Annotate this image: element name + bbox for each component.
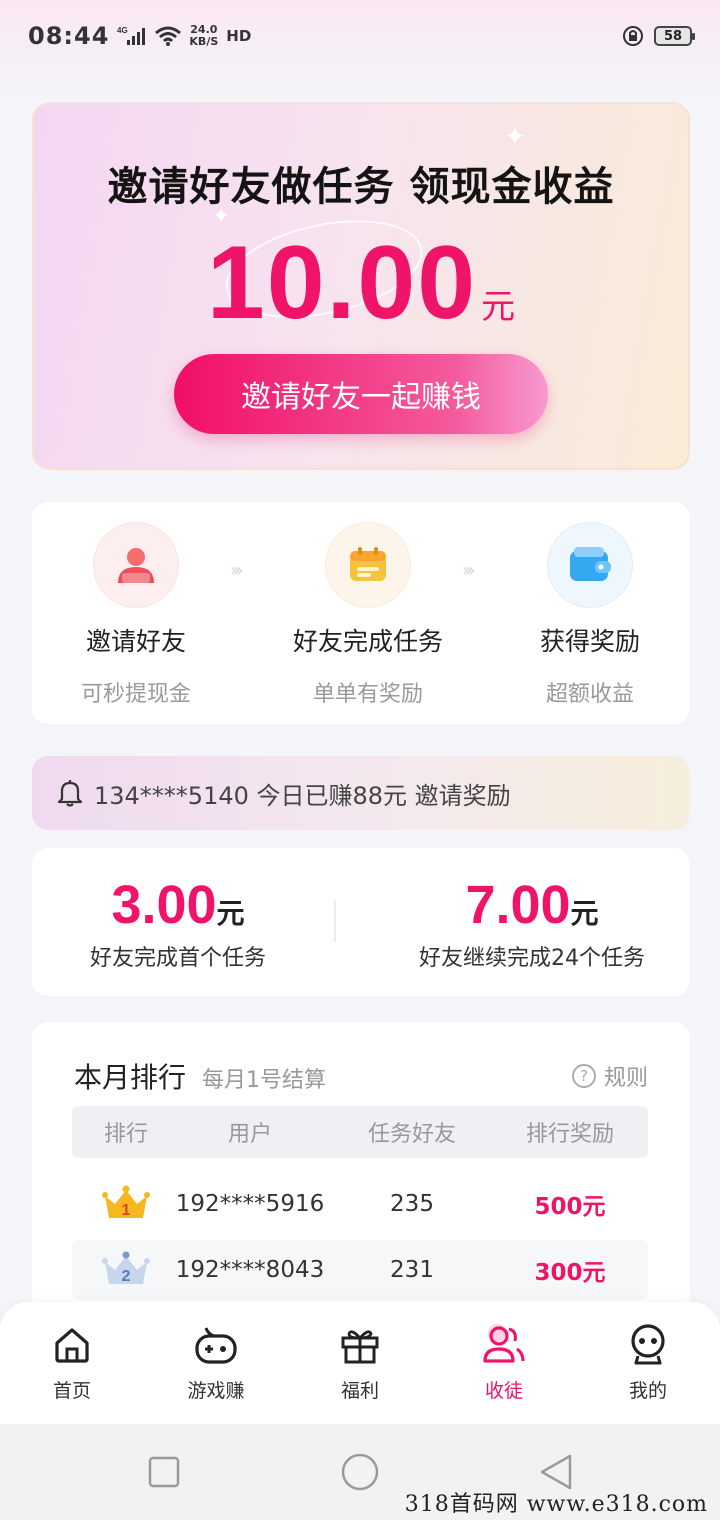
step-label: 邀请好友 <box>85 627 186 656</box>
status-indicators: 4G 24.0 KB/S HD <box>117 24 251 48</box>
reward-amount: 3.00元 <box>68 874 288 936</box>
battery-indicator: 58 <box>654 26 695 46</box>
nav-item-home[interactable]: 首页 <box>22 1322 122 1403</box>
svg-text:1: 1 <box>122 1202 131 1219</box>
monthly-ranking: 本月排行 每月1号结算 ? 规则 排行 用户 任务好友 排行奖励 1 192**… <box>32 1022 690 1342</box>
rules-label: 规则 <box>603 1066 648 1091</box>
crown-gold-icon: 1 <box>102 1185 150 1219</box>
home-button[interactable] <box>340 1452 380 1492</box>
wallet-icon <box>547 522 633 608</box>
reward-amount-value: 7.00 <box>465 875 571 935</box>
ranking-table-header: 排行 用户 任务好友 排行奖励 <box>72 1106 648 1158</box>
invite-hero-banner: ✦ ✦ 邀请好友做任务 领现金收益 10.00 元 邀请好友一起赚钱 <box>32 102 690 470</box>
table-row: 1 192****5916 235 500元 <box>72 1174 648 1234</box>
invite-friends-button[interactable]: 邀请好友一起赚钱 <box>174 354 548 434</box>
network-speed: 24.0 KB/S <box>189 24 218 48</box>
reward-more-tasks: 7.00元 好友继续完成24个任务 <box>404 874 660 972</box>
calendar-icon <box>325 522 411 608</box>
nav-item-me[interactable]: 我的 <box>598 1322 698 1403</box>
notice-text: 134****5140 今日已赚88元 邀请奖励 <box>94 781 511 810</box>
step-sub: 超额收益 <box>545 682 634 707</box>
reward-desc: 好友继续完成24个任务 <box>419 946 645 971</box>
column-header: 任务好友 <box>367 1122 456 1147</box>
rewards-card: 3.00元 好友完成首个任务 7.00元 好友继续完成24个任务 <box>32 848 690 996</box>
question-icon: ? <box>571 1064 596 1088</box>
steps-card: 邀请好友 可秒提现金 ››› 好友完成任务 单单有奖励 ››› 获得奖励 超额收… <box>32 502 690 724</box>
sparkle-icon: ✦ <box>504 122 526 152</box>
step-friend-task: 好友完成任务 单单有奖励 <box>268 522 468 708</box>
rotation-lock-icon <box>623 26 643 46</box>
step-sub: 可秒提现金 <box>80 682 191 707</box>
rank-user: 192****5916 <box>175 1191 325 1217</box>
column-header: 排行 <box>103 1122 148 1147</box>
rank-reward: 300元 <box>534 1260 606 1286</box>
step-arrows-icon: ››› <box>230 560 243 581</box>
rank-reward: 500元 <box>534 1194 606 1220</box>
nav-label: 首页 <box>52 1380 91 1402</box>
nav-item-apprentice[interactable]: 收徒 <box>454 1322 554 1403</box>
crown-silver-icon: 2 <box>102 1251 150 1285</box>
gift-icon <box>310 1322 410 1368</box>
hero-title: 邀请好友做任务 领现金收益 <box>107 164 615 210</box>
rank-badge-silver: 2 <box>72 1240 180 1300</box>
reward-amount: 7.00元 <box>404 874 660 936</box>
ranking-title: 本月排行 <box>74 1061 187 1094</box>
status-right: 58 <box>622 25 695 47</box>
nav-label: 我的 <box>628 1380 667 1402</box>
profile-icon <box>598 1322 698 1368</box>
step-invite: 邀请好友 可秒提现金 <box>36 522 236 708</box>
step-label: 获得奖励 <box>539 627 640 656</box>
step-label: 好友完成任务 <box>292 627 443 656</box>
hero-amount: 10.00 元 <box>34 224 688 343</box>
hd-indicator: HD <box>226 27 252 45</box>
bottom-nav: 首页 游戏赚 福利 收徒 我的 <box>0 1302 720 1424</box>
rules-link[interactable]: ? 规则 <box>571 1060 648 1092</box>
network-speed-unit: KB/S <box>189 35 219 48</box>
rank-user: 192****8043 <box>175 1257 325 1283</box>
hero-amount-value: 10.00 <box>206 225 478 341</box>
home-icon <box>22 1322 122 1368</box>
users-icon <box>454 1322 554 1368</box>
svg-text:4G: 4G <box>117 26 128 35</box>
cellular-signal-icon: 4G <box>117 26 146 45</box>
status-time: 08:44 <box>28 22 110 50</box>
ranking-subtitle: 每月1号结算 <box>202 1068 327 1093</box>
step-arrows-icon: ››› <box>462 560 475 581</box>
nav-item-games[interactable]: 游戏赚 <box>166 1322 266 1403</box>
reward-amount-value: 3.00 <box>111 875 217 935</box>
reward-first-task: 3.00元 好友完成首个任务 <box>68 874 288 972</box>
recents-button[interactable] <box>148 1456 180 1488</box>
rank-badge-gold: 1 <box>72 1174 180 1234</box>
svg-text:2: 2 <box>122 1268 131 1285</box>
watermark-text: 318首码网 www.e318.com <box>404 1492 708 1517</box>
nav-label: 福利 <box>340 1380 379 1402</box>
status-bar: 08:44 4G 24.0 KB/S HD 58 <box>0 0 720 72</box>
reward-amount-unit: 元 <box>570 898 599 929</box>
nav-label: 游戏赚 <box>187 1380 245 1402</box>
divider <box>334 900 336 942</box>
table-row: 2 192****8043 231 300元 <box>72 1240 648 1300</box>
reward-desc: 好友完成首个任务 <box>89 946 266 971</box>
earnings-notice: 134****5140 今日已赚88元 邀请奖励 <box>32 756 690 830</box>
hero-amount-unit: 元 <box>481 288 516 326</box>
system-nav-bar: 318首码网 www.e318.com <box>0 1424 720 1520</box>
wifi-icon <box>155 26 182 46</box>
nav-item-welfare[interactable]: 福利 <box>310 1322 410 1403</box>
gamepad-icon <box>166 1322 266 1368</box>
step-sub: 单单有奖励 <box>312 682 423 707</box>
rank-friends: 231 <box>390 1257 434 1283</box>
ranking-header: 本月排行 每月1号结算 <box>74 1056 326 1096</box>
column-header: 用户 <box>227 1122 272 1147</box>
bell-icon <box>54 777 86 809</box>
person-icon <box>93 522 179 608</box>
reward-amount-unit: 元 <box>216 898 245 929</box>
rank-friends: 235 <box>390 1191 434 1217</box>
column-header: 排行奖励 <box>525 1122 614 1147</box>
step-reward: 获得奖励 超额收益 <box>490 522 690 708</box>
nav-label: 收徒 <box>484 1380 523 1402</box>
